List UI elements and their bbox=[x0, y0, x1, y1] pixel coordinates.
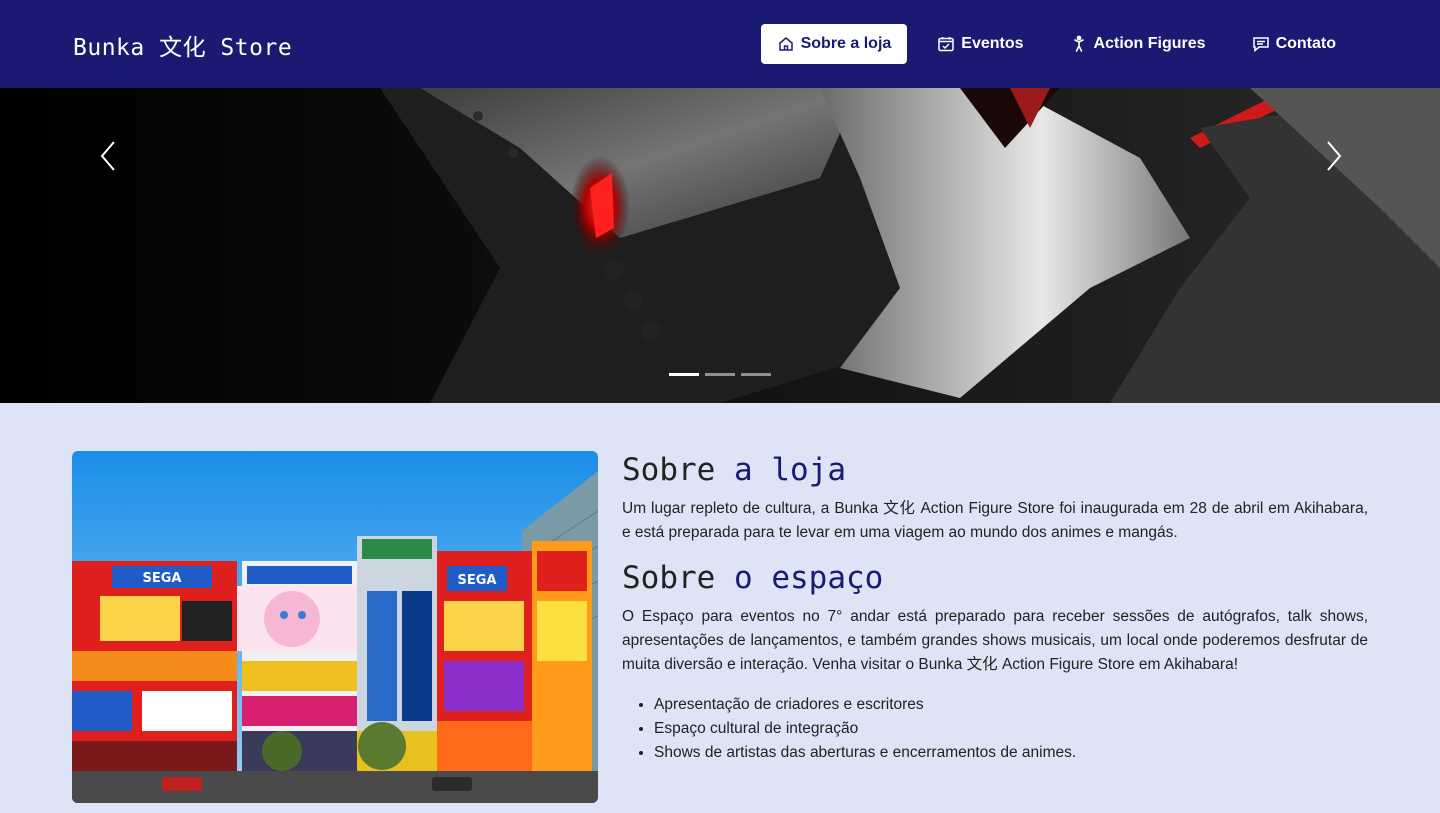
nav-label: Contato bbox=[1275, 35, 1336, 52]
brand-logo[interactable]: Bunka 文化 Store bbox=[73, 28, 292, 62]
nav-item-eventos[interactable]: Eventos bbox=[921, 24, 1039, 64]
carousel-slide-image bbox=[0, 88, 1440, 403]
carousel-next-button[interactable] bbox=[1314, 138, 1350, 174]
svg-text:SEGA: SEGA bbox=[143, 571, 182, 586]
about-space-text: O Espaço para eventos no 7° andar está p… bbox=[622, 608, 1368, 673]
about-space-title: Sobre o espaço bbox=[622, 560, 884, 596]
hero-carousel bbox=[0, 88, 1440, 403]
list-item: Apresentação de criadores e escritores bbox=[654, 693, 1368, 717]
nav-label: Eventos bbox=[961, 35, 1024, 52]
list-item: Shows de artistas das aberturas e encerr… bbox=[654, 741, 1368, 765]
nav-item-action-figures[interactable]: Action Figures bbox=[1054, 24, 1222, 64]
carousel-indicator-3[interactable] bbox=[741, 373, 771, 376]
chat-icon bbox=[1252, 35, 1270, 53]
home-icon bbox=[777, 35, 795, 53]
nav-label: Sobre a loja bbox=[800, 35, 892, 52]
about-store-text: Um lugar repleto de cultura, a Bunka 文化 … bbox=[622, 500, 1368, 541]
nav-label: Action Figures bbox=[1093, 35, 1206, 52]
carousel-indicators bbox=[669, 373, 771, 376]
chevron-left-icon bbox=[100, 141, 115, 171]
features-list: Apresentação de criadores e escritores E… bbox=[622, 693, 1368, 765]
nav-item-contato[interactable]: Contato bbox=[1236, 24, 1352, 64]
navbar: Bunka 文化 Store Sobre a loja Eventos Acti… bbox=[0, 0, 1440, 88]
list-item: Espaço cultural de integração bbox=[654, 717, 1368, 741]
main-nav: Sobre a loja Eventos Action Figures Cont… bbox=[760, 24, 1352, 64]
carousel-indicator-1[interactable] bbox=[669, 373, 699, 376]
person-icon bbox=[1070, 35, 1088, 53]
carousel-indicator-2[interactable] bbox=[705, 373, 735, 376]
chevron-right-icon bbox=[1327, 141, 1342, 171]
akihabara-photo: SEGA SEGA bbox=[72, 451, 598, 803]
about-section: Sobre a loja Um lugar repleto de cultura… bbox=[622, 451, 1368, 765]
nav-item-sobre-a-loja[interactable]: Sobre a loja bbox=[760, 24, 908, 64]
calendar-check-icon bbox=[937, 35, 955, 53]
carousel-prev-button[interactable] bbox=[92, 138, 128, 174]
svg-text:SEGA: SEGA bbox=[458, 573, 497, 588]
about-store-title: Sobre a loja bbox=[622, 452, 846, 488]
